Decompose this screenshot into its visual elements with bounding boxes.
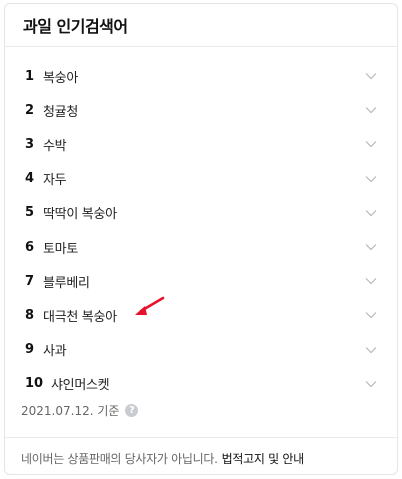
- date-note: 2021.07.12. 기준 ?: [21, 402, 139, 419]
- list-item[interactable]: 1 복숭아: [5, 59, 397, 93]
- chevron-down-icon[interactable]: [365, 140, 377, 148]
- footer: 네이버는 상품판매의 당사자가 아닙니다. 법적고지 및 안내: [5, 437, 397, 467]
- chevron-down-icon[interactable]: [365, 243, 377, 251]
- rank-number: 3: [25, 136, 35, 152]
- red-arrow-annotation: [135, 296, 165, 315]
- keyword-label: 사과: [43, 344, 67, 360]
- keyword-label: 샤인머스켓: [51, 378, 110, 394]
- keyword-label: 블루베리: [43, 275, 90, 291]
- list-item[interactable]: 10 샤인머스켓: [5, 367, 397, 401]
- rank-number: 8: [25, 307, 35, 323]
- list-item[interactable]: 3 수박: [5, 127, 397, 161]
- keyword-label: 청귤청: [43, 104, 78, 120]
- panel-header: 과일 인기검색어: [5, 4, 397, 47]
- rank-number: 1: [25, 68, 35, 84]
- rank-number: 2: [25, 102, 35, 118]
- popular-search-panel: 과일 인기검색어 1 복숭아 2 청귤청 3 수박 4 자두 5 딱딱이 복숭아: [4, 3, 398, 475]
- keyword-label: 수박: [43, 138, 67, 154]
- keyword-label: 대극천 복숭아: [43, 309, 117, 325]
- chevron-down-icon[interactable]: [365, 380, 377, 388]
- panel-title: 과일 인기검색어: [23, 17, 128, 36]
- list-item[interactable]: 9 사과: [5, 333, 397, 367]
- chevron-down-icon[interactable]: [365, 72, 377, 80]
- keyword-list: 1 복숭아 2 청귤청 3 수박 4 자두 5 딱딱이 복숭아 6 토마토 7 …: [5, 47, 397, 401]
- rank-number: 9: [25, 342, 35, 358]
- chevron-down-icon[interactable]: [365, 209, 377, 217]
- rank-number: 10: [25, 376, 44, 392]
- rank-number: 6: [25, 239, 35, 255]
- list-item[interactable]: 6 토마토: [5, 230, 397, 264]
- chevron-down-icon[interactable]: [365, 277, 377, 285]
- chevron-down-icon[interactable]: [365, 106, 377, 114]
- list-item[interactable]: 7 블루베리: [5, 264, 397, 298]
- rank-number: 7: [25, 273, 35, 289]
- keyword-label: 복숭아: [43, 70, 78, 86]
- list-item[interactable]: 2 청귤청: [5, 93, 397, 127]
- rank-number: 4: [25, 171, 35, 187]
- keyword-label: 자두: [43, 173, 67, 189]
- keyword-label: 토마토: [43, 241, 78, 257]
- chevron-down-icon[interactable]: [365, 346, 377, 354]
- rank-number: 5: [25, 205, 35, 221]
- chevron-down-icon[interactable]: [365, 175, 377, 183]
- chevron-down-icon[interactable]: [365, 311, 377, 319]
- date-note-text: 2021.07.12. 기준: [21, 404, 120, 418]
- legal-notice-link[interactable]: 법적고지 및 안내: [222, 452, 305, 466]
- keyword-label: 딱딱이 복숭아: [43, 207, 117, 223]
- footer-notice: 네이버는 상품판매의 당사자가 아닙니다.: [21, 452, 218, 466]
- list-item[interactable]: 8 대극천 복숭아: [5, 298, 397, 332]
- list-item[interactable]: 5 딱딱이 복숭아: [5, 196, 397, 230]
- help-icon[interactable]: ?: [125, 404, 139, 417]
- list-item[interactable]: 4 자두: [5, 162, 397, 196]
